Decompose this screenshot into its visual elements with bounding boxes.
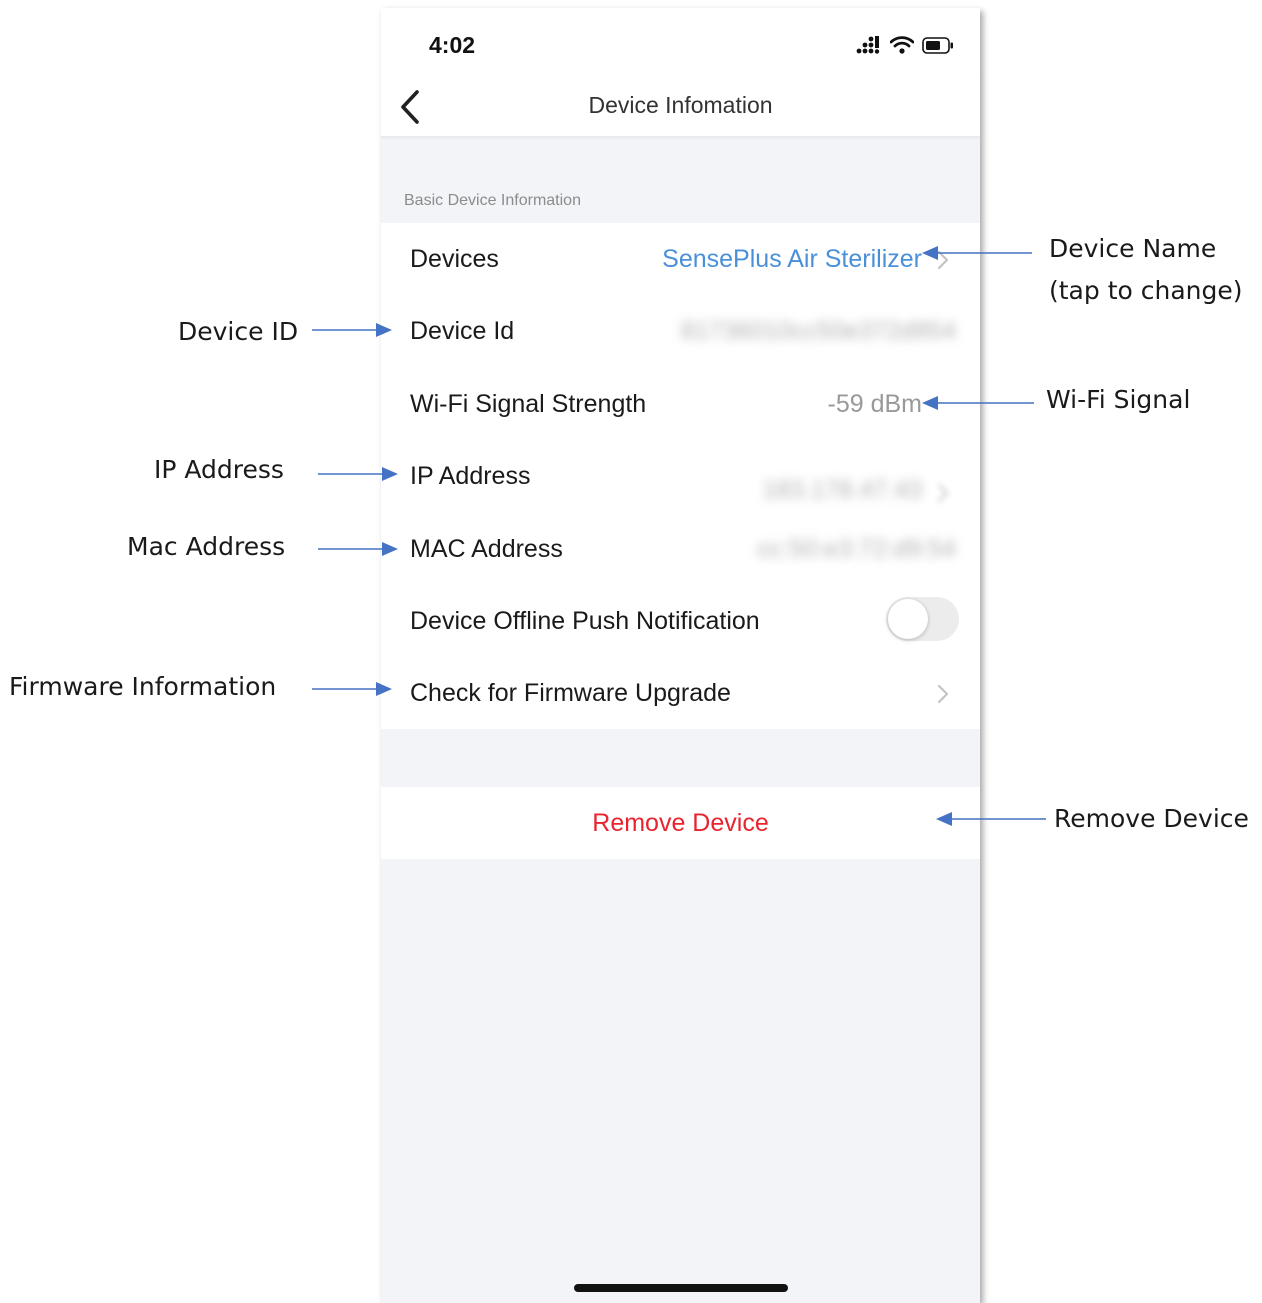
wifi-icon xyxy=(890,36,914,54)
wifi-signal-value: -59 dBm xyxy=(827,390,922,418)
offline-push-toggle[interactable] xyxy=(886,597,959,641)
annotation-firmware-info: Firmware Information xyxy=(9,672,277,701)
row-label: Check for Firmware Upgrade xyxy=(410,679,731,707)
cellular-icon xyxy=(856,36,880,54)
status-bar: 4:02 xyxy=(381,8,980,78)
row-ip-address[interactable]: IP Address 183.178.47.43 xyxy=(381,440,980,512)
row-firmware-upgrade[interactable]: Check for Firmware Upgrade xyxy=(381,657,980,729)
row-label: Device Id xyxy=(410,317,515,345)
mac-address-value: cc:50:e3:72:d9:54 xyxy=(757,535,956,563)
page-title: Device Infomation xyxy=(588,92,773,118)
device-id-value: 81736010cc50e372d954 xyxy=(680,317,956,345)
nav-bar: Device Infomation xyxy=(381,78,980,136)
status-icons xyxy=(856,34,954,56)
annotation-remove-device: Remove Device xyxy=(1054,804,1249,833)
row-mac-address: MAC Address cc:50:e3:72:d9:54 xyxy=(381,513,980,585)
section-header: Basic Device Information xyxy=(404,192,581,209)
arrow-device-id xyxy=(312,323,392,337)
status-time: 4:02 xyxy=(429,32,476,58)
annotation-ip-address: IP Address xyxy=(154,455,284,484)
device-info-list: Devices SensePlus Air Sterilizer Device … xyxy=(381,223,980,729)
row-devices[interactable]: Devices SensePlus Air Sterilizer xyxy=(381,223,980,295)
annotation-mac-address: Mac Address xyxy=(127,532,286,561)
row-label: MAC Address xyxy=(410,535,563,563)
chevron-right-icon xyxy=(937,483,949,503)
annotation-device-name: Device Name xyxy=(1049,234,1217,263)
remove-device-label: Remove Device xyxy=(592,809,769,837)
row-label: Wi-Fi Signal Strength xyxy=(410,390,647,418)
row-wifi-signal: Wi-Fi Signal Strength -59 dBm xyxy=(381,368,980,440)
phone-screen: 4:02 Device Infomation Basic Device Info… xyxy=(381,8,980,1303)
row-label: Device Offline Push Notification xyxy=(410,607,760,635)
home-indicator[interactable] xyxy=(574,1284,788,1292)
row-device-id: Device Id 81736010cc50e372d954 xyxy=(381,295,980,367)
ip-address-value: 183.178.47.43 xyxy=(762,476,922,504)
remove-device-button[interactable]: Remove Device xyxy=(381,787,980,859)
annotation-wifi-signal: Wi-Fi Signal xyxy=(1046,385,1191,414)
annotation-device-id: Device ID xyxy=(178,317,299,346)
row-offline-push: Device Offline Push Notification xyxy=(381,585,980,657)
annotation-device-name-sub: (tap to change) xyxy=(1049,276,1243,305)
device-name-value[interactable]: SensePlus Air Sterilizer xyxy=(662,245,922,274)
battery-icon xyxy=(922,36,953,54)
row-label: IP Address xyxy=(410,462,531,490)
arrow-firmware-info xyxy=(312,682,392,696)
toggle-knob xyxy=(888,599,928,639)
chevron-right-icon xyxy=(937,684,949,704)
chevron-right-icon xyxy=(937,250,949,270)
row-label: Devices xyxy=(410,245,499,273)
